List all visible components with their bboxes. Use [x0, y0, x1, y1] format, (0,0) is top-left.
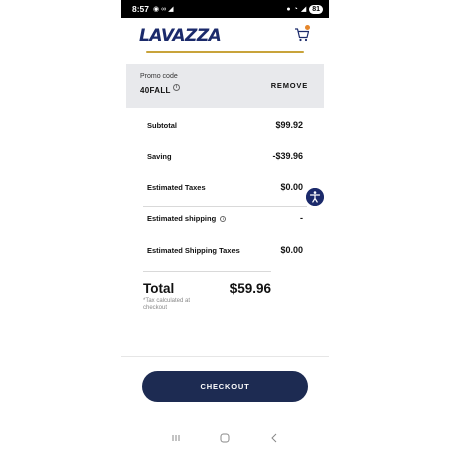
- saving-label: Saving: [147, 152, 172, 161]
- location-icon: ●: [286, 5, 291, 13]
- subtotal-label: Subtotal: [147, 121, 177, 130]
- estimated-taxes-value: $0.00: [280, 182, 303, 192]
- back-icon[interactable]: [268, 432, 280, 444]
- lavazza-logo[interactable]: LAVAZZA: [139, 26, 222, 46]
- promo-label: Promo code: [140, 73, 178, 80]
- estimated-shipping-value: -: [300, 213, 303, 223]
- app-header: LAVAZZA: [121, 18, 329, 56]
- battery-indicator: 81: [309, 4, 323, 14]
- accessibility-icon[interactable]: [306, 188, 324, 206]
- recent-apps-icon[interactable]: [170, 432, 182, 444]
- app-screen: 8:57 ◉ ∞ ◢ ● ◔ ◢ 81 LAVAZZA Promo code 4…: [121, 0, 329, 450]
- total-divider: [143, 271, 271, 272]
- checkout-button[interactable]: CHECKOUT: [142, 371, 308, 402]
- promo-code-panel: Promo code 40FALL REMOVE: [126, 64, 324, 108]
- send-icon: ◢: [168, 6, 174, 13]
- section-divider: [143, 206, 307, 207]
- estimated-shipping-label: Estimated shipping i: [147, 214, 227, 223]
- cart-badge: [305, 25, 310, 30]
- footer-divider: [121, 356, 329, 357]
- status-bar: 8:57 ◉ ∞ ◢ ● ◔ ◢ 81: [121, 0, 329, 18]
- promo-code-value: 40FALL: [140, 86, 171, 95]
- wifi-icon: ◔: [293, 5, 298, 13]
- info-icon[interactable]: i: [220, 216, 227, 223]
- home-icon[interactable]: [219, 432, 231, 444]
- header-underline: [146, 51, 304, 53]
- tax-note: *Tax calculated at checkout: [143, 298, 191, 311]
- voicemail-icon: ∞: [161, 5, 167, 13]
- estimated-shipping-text: Estimated shipping: [147, 214, 217, 223]
- notification-icons: ◉ ∞ ◢: [153, 5, 174, 14]
- status-time: 8:57: [132, 4, 150, 14]
- total-label: Total: [143, 281, 175, 296]
- estimated-shipping-taxes-label: Estimated Shipping Taxes: [147, 246, 240, 255]
- system-icons: ● ◔ ◢ 81: [286, 4, 323, 14]
- saving-value: -$39.96: [272, 151, 303, 161]
- system-nav-bar: [121, 428, 329, 448]
- estimated-taxes-label: Estimated Taxes: [147, 183, 206, 192]
- notification-icon: ◉: [153, 6, 160, 13]
- signal-icon: ◢: [300, 6, 307, 13]
- subtotal-value: $99.92: [275, 120, 303, 130]
- remove-promo-button[interactable]: REMOVE: [271, 81, 308, 90]
- estimated-shipping-taxes-value: $0.00: [280, 245, 303, 255]
- info-icon[interactable]: i: [173, 84, 180, 91]
- total-value: $59.96: [229, 281, 271, 296]
